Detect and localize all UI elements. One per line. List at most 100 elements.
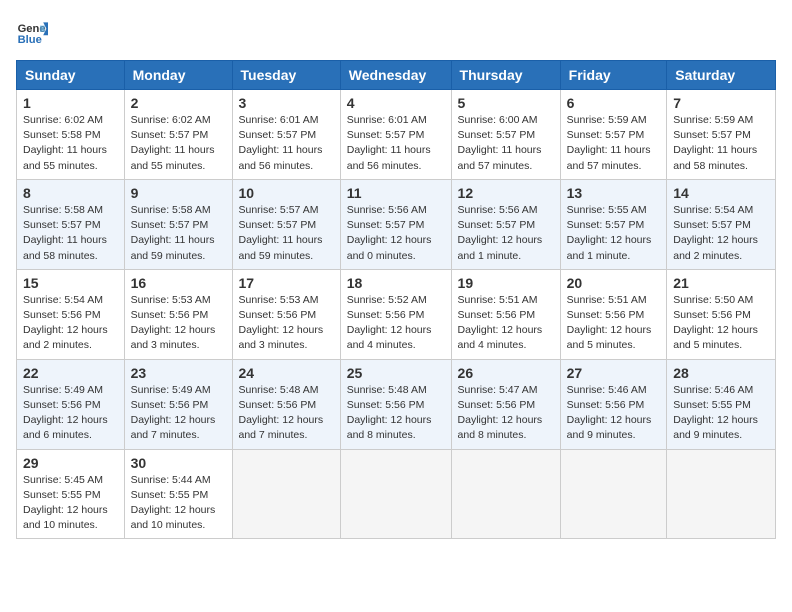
table-row: 20 Sunrise: 5:51 AMSunset: 5:56 PMDayligh… (560, 269, 667, 359)
day-info: Sunrise: 5:56 AMSunset: 5:57 PMDaylight:… (458, 203, 554, 264)
day-number: 18 (347, 275, 445, 291)
day-info: Sunrise: 5:51 AMSunset: 5:56 PMDaylight:… (458, 293, 554, 354)
day-number: 22 (23, 365, 118, 381)
calendar-row: 15 Sunrise: 5:54 AMSunset: 5:56 PMDayligh… (17, 269, 776, 359)
day-number: 3 (239, 95, 334, 111)
table-row: 11 Sunrise: 5:56 AMSunset: 5:57 PMDayligh… (340, 179, 451, 269)
col-saturday: Saturday (667, 61, 776, 90)
calendar-row: 1 Sunrise: 6:02 AMSunset: 5:58 PMDaylight… (17, 90, 776, 180)
day-info: Sunrise: 5:58 AMSunset: 5:57 PMDaylight:… (23, 203, 118, 264)
table-row: 10 Sunrise: 5:57 AMSunset: 5:57 PMDayligh… (232, 179, 340, 269)
day-number: 4 (347, 95, 445, 111)
day-info: Sunrise: 5:54 AMSunset: 5:57 PMDaylight:… (673, 203, 769, 264)
day-info: Sunrise: 5:56 AMSunset: 5:57 PMDaylight:… (347, 203, 445, 264)
day-info: Sunrise: 5:52 AMSunset: 5:56 PMDaylight:… (347, 293, 445, 354)
table-row: 3Sunrise: 6:01 AMSunset: 5:57 PMDaylight… (232, 90, 340, 180)
day-number: 15 (23, 275, 118, 291)
col-monday: Monday (124, 61, 232, 90)
day-number: 25 (347, 365, 445, 381)
day-info: Sunrise: 5:53 AMSunset: 5:56 PMDaylight:… (131, 293, 226, 354)
table-row: 5 Sunrise: 6:00 AMSunset: 5:57 PMDaylight… (451, 90, 560, 180)
day-number: 30 (131, 455, 226, 471)
table-row: 15 Sunrise: 5:54 AMSunset: 5:56 PMDayligh… (17, 269, 125, 359)
day-info: Sunrise: 5:46 AMSunset: 5:56 PMDaylight:… (567, 383, 661, 444)
day-number: 20 (567, 275, 661, 291)
table-row: 28 Sunrise: 5:46 AMSunset: 5:55 PMDayligh… (667, 359, 776, 449)
table-row: 14 Sunrise: 5:54 AMSunset: 5:57 PMDayligh… (667, 179, 776, 269)
day-number: 7 (673, 95, 769, 111)
day-info: Sunrise: 6:02 AMSunset: 5:58 PMDaylight:… (23, 113, 118, 174)
table-row: 30 Sunrise: 5:44 AMSunset: 5:55 PMDayligh… (124, 449, 232, 539)
day-number: 2 (131, 95, 226, 111)
day-info: Sunrise: 5:49 AMSunset: 5:56 PMDaylight:… (23, 383, 118, 444)
day-number: 16 (131, 275, 226, 291)
table-row: 24 Sunrise: 5:48 AMSunset: 5:56 PMDayligh… (232, 359, 340, 449)
table-row: 16 Sunrise: 5:53 AMSunset: 5:56 PMDayligh… (124, 269, 232, 359)
page-header: General Blue (16, 16, 776, 48)
day-info: Sunrise: 5:44 AMSunset: 5:55 PMDaylight:… (131, 473, 226, 534)
table-row: 23 Sunrise: 5:49 AMSunset: 5:56 PMDayligh… (124, 359, 232, 449)
day-number: 13 (567, 185, 661, 201)
table-row: 26Sunrise: 5:47 AMSunset: 5:56 PMDayligh… (451, 359, 560, 449)
col-tuesday: Tuesday (232, 61, 340, 90)
table-row: 27 Sunrise: 5:46 AMSunset: 5:56 PMDayligh… (560, 359, 667, 449)
table-row (451, 449, 560, 539)
day-info: Sunrise: 5:46 AMSunset: 5:55 PMDaylight:… (673, 383, 769, 444)
day-number: 29 (23, 455, 118, 471)
table-row (232, 449, 340, 539)
day-info: Sunrise: 5:49 AMSunset: 5:56 PMDaylight:… (131, 383, 226, 444)
table-row: 13 Sunrise: 5:55 AMSunset: 5:57 PMDayligh… (560, 179, 667, 269)
day-number: 27 (567, 365, 661, 381)
day-number: 24 (239, 365, 334, 381)
day-info: Sunrise: 5:59 AMSunset: 5:57 PMDaylight:… (673, 113, 769, 174)
table-row: 12 Sunrise: 5:56 AMSunset: 5:57 PMDayligh… (451, 179, 560, 269)
table-row (667, 449, 776, 539)
svg-text:Blue: Blue (18, 34, 42, 46)
table-row: 6 Sunrise: 5:59 AMSunset: 5:57 PMDaylight… (560, 90, 667, 180)
day-number: 17 (239, 275, 334, 291)
day-info: Sunrise: 5:50 AMSunset: 5:56 PMDaylight:… (673, 293, 769, 354)
day-info: Sunrise: 5:54 AMSunset: 5:56 PMDaylight:… (23, 293, 118, 354)
day-info: Sunrise: 5:58 AMSunset: 5:57 PMDaylight:… (131, 203, 226, 264)
table-row: 19 Sunrise: 5:51 AMSunset: 5:56 PMDayligh… (451, 269, 560, 359)
table-row: 29 Sunrise: 5:45 AMSunset: 5:55 PMDayligh… (17, 449, 125, 539)
calendar-row: 8Sunrise: 5:58 AMSunset: 5:57 PMDaylight… (17, 179, 776, 269)
day-number: 5 (458, 95, 554, 111)
table-row: 4 Sunrise: 6:01 AMSunset: 5:57 PMDaylight… (340, 90, 451, 180)
table-row: 21Sunrise: 5:50 AMSunset: 5:56 PMDayligh… (667, 269, 776, 359)
day-number: 9 (131, 185, 226, 201)
day-number: 14 (673, 185, 769, 201)
day-info: Sunrise: 5:45 AMSunset: 5:55 PMDaylight:… (23, 473, 118, 534)
table-row: 8Sunrise: 5:58 AMSunset: 5:57 PMDaylight… (17, 179, 125, 269)
table-row: 22 Sunrise: 5:49 AMSunset: 5:56 PMDayligh… (17, 359, 125, 449)
day-number: 10 (239, 185, 334, 201)
day-number: 6 (567, 95, 661, 111)
table-row (560, 449, 667, 539)
day-number: 12 (458, 185, 554, 201)
table-row: 17 Sunrise: 5:53 AMSunset: 5:56 PMDayligh… (232, 269, 340, 359)
table-row (340, 449, 451, 539)
calendar-table: Sunday Monday Tuesday Wednesday Thursday… (16, 60, 776, 539)
day-info: Sunrise: 5:47 AMSunset: 5:56 PMDaylight:… (458, 383, 554, 444)
day-info: Sunrise: 5:48 AMSunset: 5:56 PMDaylight:… (239, 383, 334, 444)
day-number: 11 (347, 185, 445, 201)
day-number: 19 (458, 275, 554, 291)
col-thursday: Thursday (451, 61, 560, 90)
day-info: Sunrise: 5:55 AMSunset: 5:57 PMDaylight:… (567, 203, 661, 264)
logo: General Blue (16, 16, 52, 48)
day-number: 28 (673, 365, 769, 381)
calendar-row: 22 Sunrise: 5:49 AMSunset: 5:56 PMDayligh… (17, 359, 776, 449)
calendar-header-row: Sunday Monday Tuesday Wednesday Thursday… (17, 61, 776, 90)
table-row: 2Sunrise: 6:02 AMSunset: 5:57 PMDaylight… (124, 90, 232, 180)
day-info: Sunrise: 6:01 AMSunset: 5:57 PMDaylight:… (347, 113, 445, 174)
day-info: Sunrise: 5:59 AMSunset: 5:57 PMDaylight:… (567, 113, 661, 174)
table-row: 7 Sunrise: 5:59 AMSunset: 5:57 PMDaylight… (667, 90, 776, 180)
day-info: Sunrise: 5:57 AMSunset: 5:57 PMDaylight:… (239, 203, 334, 264)
day-number: 23 (131, 365, 226, 381)
day-info: Sunrise: 5:51 AMSunset: 5:56 PMDaylight:… (567, 293, 661, 354)
day-info: Sunrise: 5:53 AMSunset: 5:56 PMDaylight:… (239, 293, 334, 354)
table-row: 9 Sunrise: 5:58 AMSunset: 5:57 PMDaylight… (124, 179, 232, 269)
day-number: 1 (23, 95, 118, 111)
day-info: Sunrise: 6:00 AMSunset: 5:57 PMDaylight:… (458, 113, 554, 174)
day-info: Sunrise: 5:48 AMSunset: 5:56 PMDaylight:… (347, 383, 445, 444)
